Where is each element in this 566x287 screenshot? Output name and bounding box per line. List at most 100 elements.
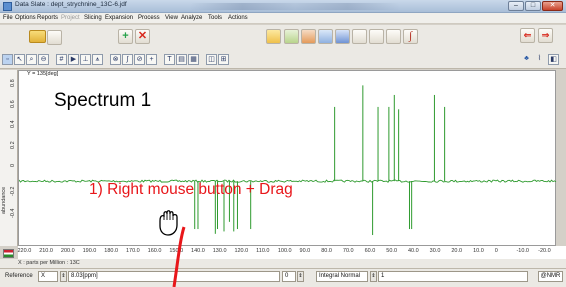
delete-button[interactable]: ✕ [135, 29, 150, 44]
text-tool-icon[interactable]: T [164, 54, 175, 65]
zoom-icon[interactable]: ⌕ [26, 54, 37, 65]
count-input[interactable]: 1 [378, 271, 528, 282]
open-folder-icon[interactable] [29, 30, 46, 43]
axis-select[interactable]: X [38, 271, 58, 282]
menu-process[interactable]: Process [138, 15, 160, 21]
molecule-icon[interactable]: ♣ [521, 54, 532, 65]
tool-icon[interactable] [369, 29, 384, 44]
image-icon[interactable] [301, 29, 316, 44]
grid-icon[interactable]: ▦ [188, 54, 199, 65]
y-tick-label: -0.2 [10, 186, 16, 196]
menu-actions[interactable]: Actions [228, 15, 248, 21]
window-title: Data Slate : dept_strychnine_13C-6.jdf [15, 1, 127, 8]
x-axis [18, 246, 566, 259]
tools-toolbar: ▫ ↖ ⌕ ⊖ # ▶ ⊥ ⩚ ⊗ ∫ ⊘ + T ▤ ▦ ◫ ⊞ ♣ ⌇ ◧ [0, 51, 566, 69]
menu-analyze[interactable]: Analyze [181, 15, 202, 21]
close-button[interactable]: ✕ [542, 1, 563, 11]
x-tick-label: 160.0 [147, 248, 162, 254]
menu-slicing[interactable]: Slicing [84, 15, 102, 21]
maximize-button[interactable]: □ [525, 1, 541, 11]
play-icon[interactable]: ▶ [68, 54, 79, 65]
y-tick-label: 0.2 [10, 141, 16, 149]
peak-tool-icon[interactable]: # [56, 54, 67, 65]
value-field[interactable]: 0 [282, 271, 296, 282]
pen-icon[interactable]: ⊘ [134, 54, 145, 65]
add-button[interactable]: + [118, 29, 133, 44]
menu-view[interactable]: View [165, 15, 178, 21]
integral-mode-select[interactable]: Integral Normal [316, 271, 368, 282]
y-tick-label: 0.4 [10, 120, 16, 128]
plus-icon: + [122, 30, 129, 42]
x-icon: ✕ [137, 30, 148, 42]
x-tick-label: 140.0 [191, 248, 205, 254]
x-tick-label: 150.0 [169, 248, 184, 254]
select-tool-icon[interactable]: ▫ [2, 54, 13, 65]
previous-button[interactable]: ⇐ [520, 28, 535, 43]
y-axis-title: abundance [1, 186, 7, 214]
menu-options[interactable]: Options [15, 15, 36, 21]
integral-icon[interactable]: ∫ [403, 29, 418, 44]
x-tick-label: 0 [494, 248, 498, 254]
menu-reports[interactable]: Reports [37, 15, 58, 21]
x-tick-label: 130.0 [212, 248, 227, 254]
y-position-label: Y = 135[deg] [27, 71, 59, 77]
x-tick-label: -10.0 [516, 248, 529, 254]
x-tick-label: 170.0 [125, 248, 140, 254]
x-tick-label: 180.0 [104, 248, 119, 254]
x-tick-label: 80.0 [321, 248, 332, 254]
menu-bar: File Options Reports Project Slicing Exp… [0, 13, 566, 24]
spectrum-title: Spectrum 1 [54, 90, 152, 111]
title-bar[interactable]: Data Slate : dept_strychnine_13C-6.jdf –… [0, 0, 566, 13]
layout-toggle-icon[interactable]: ◧ [548, 54, 559, 65]
menu-tools[interactable]: Tools [208, 15, 222, 21]
x-tick-label: 200.0 [60, 248, 75, 254]
slope-icon[interactable]: ∫ [122, 54, 133, 65]
settings-icon[interactable] [386, 29, 401, 44]
x-tick-label: 110.0 [256, 248, 270, 254]
window-icon[interactable] [318, 29, 333, 44]
y-tick-label: 0 [10, 163, 16, 167]
save-icon[interactable] [335, 29, 350, 44]
x-tick-label: 90.0 [299, 248, 311, 254]
table-icon[interactable]: ▤ [176, 54, 187, 65]
pointer-icon[interactable]: ↖ [14, 54, 25, 65]
reference-input[interactable]: 8.03[ppm] [68, 271, 280, 282]
open-file-icon[interactable] [47, 30, 62, 45]
next-button[interactable]: ⇒ [538, 28, 553, 43]
menu-project[interactable]: Project [61, 15, 80, 21]
x-tick-label: 30.0 [429, 248, 441, 254]
spectrum-view-icon[interactable]: ⌇ [534, 54, 545, 65]
x-tick-label: 100.0 [277, 248, 292, 254]
value-spinner[interactable]: ⇕ [297, 271, 304, 282]
integral-spinner[interactable]: ⇕ [370, 271, 377, 282]
x-axis-title-row [0, 259, 566, 268]
nucleus-flag-icon[interactable] [3, 249, 14, 258]
x-tick-label: 210.0 [39, 248, 53, 254]
arrow-right-icon: ⇒ [541, 30, 550, 40]
x-tick-label: 10.0 [473, 248, 484, 254]
edit-icon[interactable] [284, 29, 299, 44]
menu-file[interactable]: File [3, 15, 13, 21]
nmr-button[interactable]: @NMR [538, 271, 563, 282]
layout-icon[interactable] [266, 29, 281, 44]
x-tick-label: 20.0 [451, 248, 463, 254]
application-window: Data Slate : dept_strychnine_13C-6.jdf –… [0, 0, 566, 287]
menu-expansion[interactable]: Expansion [105, 15, 133, 21]
crosshair-icon[interactable]: + [146, 54, 157, 65]
y-axis-strip [0, 70, 18, 246]
minimize-button[interactable]: – [508, 1, 524, 11]
layout-split-icon[interactable]: ◫ [206, 54, 217, 65]
integrate-tool-icon[interactable]: ⊥ [80, 54, 91, 65]
arrow-left-icon: ⇐ [523, 30, 532, 40]
y-tick-label: 0.6 [10, 100, 16, 108]
x-tick-label: 40.0 [407, 248, 419, 254]
print-icon[interactable] [352, 29, 367, 44]
y-tick-label: 0.8 [10, 79, 16, 87]
reference-spinner[interactable]: ⇕ [60, 271, 67, 282]
y-tick-label: -0.4 [10, 208, 16, 218]
expand-icon[interactable]: ⊞ [218, 54, 229, 65]
phase-icon[interactable]: ⊗ [110, 54, 121, 65]
peak-up-icon[interactable]: ⩚ [92, 54, 103, 65]
x-tick-label: 70.0 [342, 248, 354, 254]
zoom-out-icon[interactable]: ⊖ [38, 54, 49, 65]
